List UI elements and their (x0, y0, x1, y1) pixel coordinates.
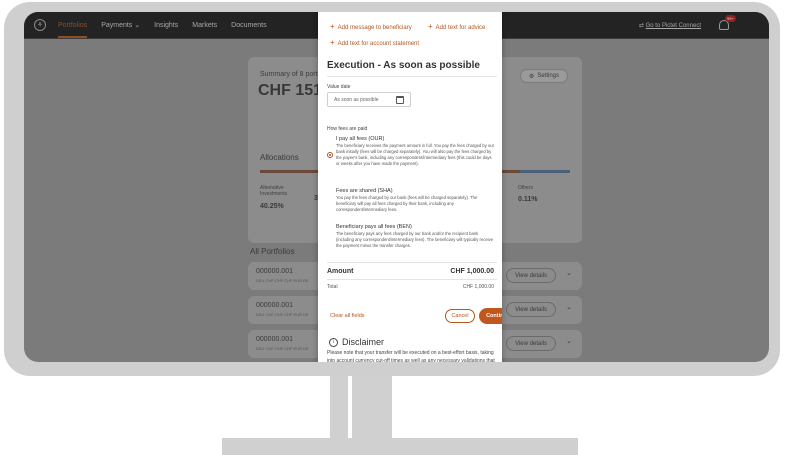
alloc-left-value: 40.25% (260, 203, 284, 210)
fee-option-our-title[interactable]: I pay all fees (OUR) (336, 136, 384, 142)
add-advice-link[interactable]: + Add text for advice (428, 22, 485, 31)
divider (327, 262, 497, 263)
nav-documents[interactable]: Documents (231, 22, 266, 29)
chevron-down-icon[interactable]: ⌄ (566, 337, 572, 345)
topbar-right: ⇄ Go to Pictet Connect 99+ (639, 12, 736, 38)
allocations-title: Allocations (260, 153, 299, 162)
fee-option-sha-title[interactable]: Fees are shared (SHA) (336, 188, 393, 194)
portfolio-currencies: DEU CHF CHF CHF EUR DE (256, 278, 309, 283)
portfolio-id: 000000.001 (256, 268, 293, 275)
total-label: Total (327, 284, 338, 290)
cancel-button[interactable]: Cancel (445, 309, 475, 323)
continue-button[interactable]: Continue (479, 308, 502, 324)
monitor-stand-neck (330, 376, 392, 438)
portfolio-id: 000000.001 (256, 336, 293, 343)
chevron-down-icon[interactable]: ⌄ (566, 269, 572, 277)
settings-button-label: Settings (537, 73, 559, 79)
calendar-icon[interactable] (396, 96, 404, 104)
chevron-down-icon[interactable]: ⌄ (566, 303, 572, 311)
clear-all-link[interactable]: Clear all fields (330, 313, 365, 319)
view-details-button[interactable]: View details (506, 336, 556, 351)
chevron-down-icon: ⌄ (134, 22, 141, 29)
view-details-button[interactable]: View details (506, 302, 556, 317)
stage: ⚘ Portfolios Payments ⌄ Insights Markets… (0, 0, 788, 455)
fee-option-sha-text: You pay the fees charged by our bank (fe… (336, 195, 478, 212)
alloc-left-label: Alternative Investments (260, 185, 287, 197)
view-details-button[interactable]: View details (506, 268, 556, 283)
fee-option-our-radio[interactable] (327, 152, 333, 158)
gear-icon: ⚙ (528, 73, 535, 80)
portfolio-currencies: DEU CHF CHF CHF EUR DE (256, 346, 309, 351)
plus-icon: + (330, 22, 335, 31)
alloc-right-label: Others (518, 185, 534, 191)
connect-link[interactable]: ⇄ Go to Pictet Connect (639, 22, 701, 29)
portfolio-id: 000000.001 (256, 302, 293, 309)
value-date-label: Value date (327, 84, 351, 90)
disclaimer-text: Please note that your transfer will be e… (327, 350, 495, 362)
portfolio-currencies: DEU CHF CHF CHF EUR DE (256, 312, 309, 317)
divider (327, 76, 497, 77)
nav-portfolios[interactable]: Portfolios (58, 22, 88, 38)
connect-link-label: Go to Pictet Connect (645, 22, 701, 29)
nav-insights[interactable]: Insights (154, 22, 178, 29)
add-advice-label: Add text for advice (435, 25, 486, 31)
fee-option-our-text: The beneficiary receives the payment amo… (336, 143, 495, 166)
amount-value: CHF 1,000.00 (450, 268, 494, 275)
nav-payments-label: Payments (101, 22, 133, 29)
add-statement-label: Add text for account statement (337, 41, 420, 47)
monitor-stand-base (222, 438, 578, 455)
nav-markets[interactable]: Markets (192, 22, 217, 29)
amount-label: Amount (327, 268, 354, 275)
plus-icon: + (428, 22, 433, 31)
notification-badge: 99+ (725, 15, 736, 22)
divider (327, 279, 497, 280)
allocation-bar-segment (520, 170, 570, 173)
all-portfolios-heading: All Portfolios (250, 247, 295, 256)
value-date-field[interactable]: As soon as possible (327, 92, 411, 107)
payment-modal: + Add message to beneficiary + Add text fo… (318, 12, 502, 362)
screen: ⚘ Portfolios Payments ⌄ Insights Markets… (24, 12, 769, 362)
add-message-label: Add message to beneficiary (337, 25, 412, 31)
nav-payments[interactable]: Payments ⌄ (101, 21, 140, 29)
add-message-link[interactable]: + Add message to beneficiary (330, 22, 412, 31)
plus-icon: + (330, 38, 335, 47)
fees-label: How fees are paid (327, 126, 368, 132)
fee-option-ben-text: The beneficiary pays any fees charged by… (336, 231, 494, 248)
total-value: CHF 1,000.00 (462, 284, 494, 290)
logo-icon: ⚘ (34, 19, 46, 31)
execution-title: Execution - As soon as possible (327, 60, 480, 71)
settings-button[interactable]: ⚙ Settings (519, 69, 568, 83)
disclaimer-title: Disclaimer (342, 337, 385, 347)
link-out-icon: ⇄ (638, 22, 646, 29)
fee-option-ben-title[interactable]: Beneficiary pays all fees (BEN) (336, 224, 412, 230)
add-statement-link[interactable]: + Add text for account statement (330, 38, 419, 47)
alloc-right-value: 0.11% (518, 196, 538, 203)
bell-icon[interactable]: 99+ (719, 15, 736, 30)
monitor-frame: ⚘ Portfolios Payments ⌄ Insights Markets… (4, 2, 780, 376)
value-date-value: As soon as possible (334, 97, 379, 103)
info-icon: i (329, 338, 338, 347)
summary-title: Summary of 8 portf (260, 71, 320, 78)
